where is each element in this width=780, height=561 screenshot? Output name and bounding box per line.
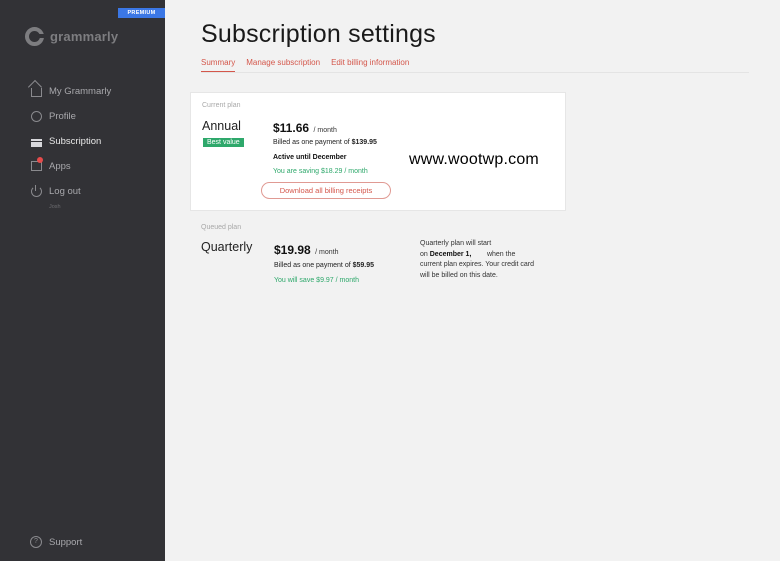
home-icon: [30, 88, 42, 97]
note-line: Your credit card: [485, 261, 535, 268]
tab-edit-billing[interactable]: Edit billing information: [331, 58, 409, 72]
sidebar-item-label: Profile: [49, 111, 76, 122]
profile-icon: [30, 110, 42, 122]
saving-amount: $18.29 / month: [321, 168, 368, 175]
current-plan-label: Current plan: [202, 102, 241, 109]
sidebar-item-label: My Grammarly: [49, 86, 112, 97]
billed-amount: $59.95: [352, 262, 375, 269]
queued-plan-billed: Billed as one payment of $59.95: [274, 262, 374, 269]
price-unit: / month: [315, 249, 339, 256]
watermark-text: www.wootwp.com: [409, 151, 539, 168]
note-line: when the: [486, 250, 516, 258]
note-line: on: [420, 250, 428, 258]
tab-divider: [201, 72, 749, 73]
saving-amount: $9.97 / month: [316, 277, 359, 284]
notification-dot: [37, 157, 43, 163]
tab-bar: Summary Manage subscription Edit billing…: [201, 58, 409, 72]
sidebar-item-label: Log out: [49, 186, 81, 197]
note-line: on this date.: [459, 271, 498, 279]
support-label: Support: [49, 536, 83, 548]
billed-prefix: Billed as one payment of: [273, 139, 350, 146]
queued-plan-label: Queued plan: [201, 224, 242, 231]
price-unit: / month: [313, 127, 337, 134]
support-link[interactable]: ? Support: [30, 536, 82, 548]
premium-badge: PREMIUM: [118, 8, 165, 18]
note-line: current plan expires.: [420, 261, 484, 268]
sidebar-item-subscription[interactable]: Subscription: [30, 135, 111, 160]
tab-manage-subscription[interactable]: Manage subscription: [246, 58, 320, 72]
active-until: Active until December: [273, 154, 347, 161]
sidebar-item-label: Subscription: [49, 136, 102, 147]
current-plan-price: $11.66 / month: [273, 119, 337, 137]
billed-amount: $139.95: [351, 139, 377, 146]
grammarly-logo[interactable]: grammarly: [25, 27, 118, 46]
current-plan-billed: Billed as one payment of $139.95: [273, 139, 377, 146]
saving-prefix: You will save: [274, 277, 315, 284]
username: Josh: [49, 204, 61, 210]
sidebar-item-apps[interactable]: Apps: [30, 157, 111, 185]
current-plan-name: Annual: [202, 119, 241, 133]
main-content: Subscription settings Summary Manage sub…: [165, 0, 780, 561]
help-icon: ?: [30, 536, 42, 548]
page-title: Subscription settings: [201, 20, 436, 48]
queued-plan-price: $19.98 / month: [274, 241, 339, 259]
credit-card-icon: [30, 138, 42, 147]
current-plan-saving: You are saving $18.29 / month: [273, 168, 368, 175]
sidebar: PREMIUM grammarly My Grammarly Profile S…: [0, 0, 165, 561]
queued-plan-note: Quarterly plan will start on December 1,…: [420, 239, 570, 281]
best-value-badge: Best value: [203, 138, 244, 147]
grammarly-logo-icon: [25, 27, 44, 46]
logo-text: grammarly: [50, 29, 119, 44]
note-line: will be billed: [420, 271, 458, 279]
sidebar-item-my-grammarly[interactable]: My Grammarly: [30, 85, 111, 110]
queued-plan-saving: You will save $9.97 / month: [274, 277, 359, 284]
current-plan-card: Current plan Annual Best value $11.66 / …: [190, 92, 566, 211]
sidebar-item-label: Apps: [49, 161, 71, 172]
billed-prefix: Billed as one payment of: [274, 262, 351, 269]
note-date: December 1,: [429, 250, 472, 258]
price-amount: $19.98: [274, 243, 311, 257]
power-icon: [30, 184, 42, 197]
download-receipts-button[interactable]: Download all billing receipts: [261, 182, 391, 199]
price-amount: $11.66: [273, 121, 310, 135]
note-line: Quarterly plan will start: [420, 240, 492, 247]
saving-prefix: You are saving: [273, 168, 320, 175]
tab-summary[interactable]: Summary: [201, 58, 236, 72]
sidebar-nav: My Grammarly Profile Subscription Apps L…: [30, 85, 111, 210]
sidebar-item-log-out[interactable]: Log out Josh: [30, 184, 111, 210]
queued-plan-name: Quarterly: [201, 240, 253, 254]
sidebar-item-profile[interactable]: Profile: [30, 110, 111, 135]
